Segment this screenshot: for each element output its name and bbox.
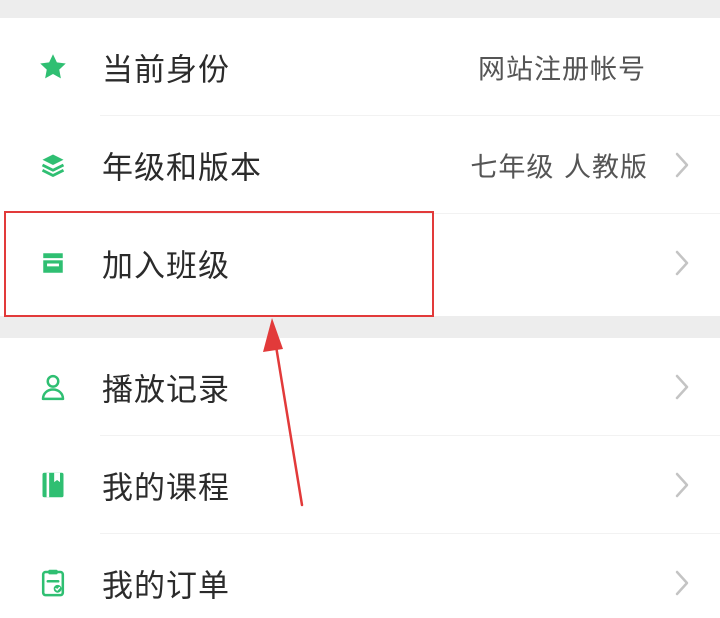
star-icon [38,52,68,82]
menu-item-value: 七年级 人教版 [470,152,648,184]
class-icon [38,248,68,278]
chevron-right-icon [675,250,689,276]
menu-item-label: 播放记录 [102,372,230,409]
menu-item-my-courses[interactable]: 我的课程 [0,436,720,534]
settings-screen: 当前身份 网站注册帐号 年级和版本 七年级 人教版 加入班级 播放记录 我的课程… [0,0,720,618]
book-icon [38,470,68,500]
menu-item-label: 加入班级 [102,248,230,285]
menu-item-label: 年级和版本 [102,150,262,187]
menu-item-grade-version[interactable]: 年级和版本 七年级 人教版 [0,116,720,214]
user-icon [38,372,68,402]
menu-item-value: 网站注册帐号 [478,54,646,86]
chevron-right-icon [675,152,689,178]
menu-item-label: 我的订单 [102,568,230,605]
chevron-right-icon [675,472,689,498]
menu-item-label: 当前身份 [102,52,230,89]
chevron-right-icon [675,374,689,400]
chevron-right-icon [675,570,689,596]
menu-group-2: 播放记录 我的课程 我的订单 [0,338,720,618]
menu-item-current-identity[interactable]: 当前身份 网站注册帐号 [0,18,720,116]
menu-item-join-class[interactable]: 加入班级 [0,214,720,312]
menu-item-label: 我的课程 [102,470,230,507]
order-icon [38,568,68,598]
menu-item-my-orders[interactable]: 我的订单 [0,534,720,618]
menu-group-1: 当前身份 网站注册帐号 年级和版本 七年级 人教版 加入班级 [0,18,720,316]
layers-icon [38,150,68,180]
menu-item-play-history[interactable]: 播放记录 [0,338,720,436]
